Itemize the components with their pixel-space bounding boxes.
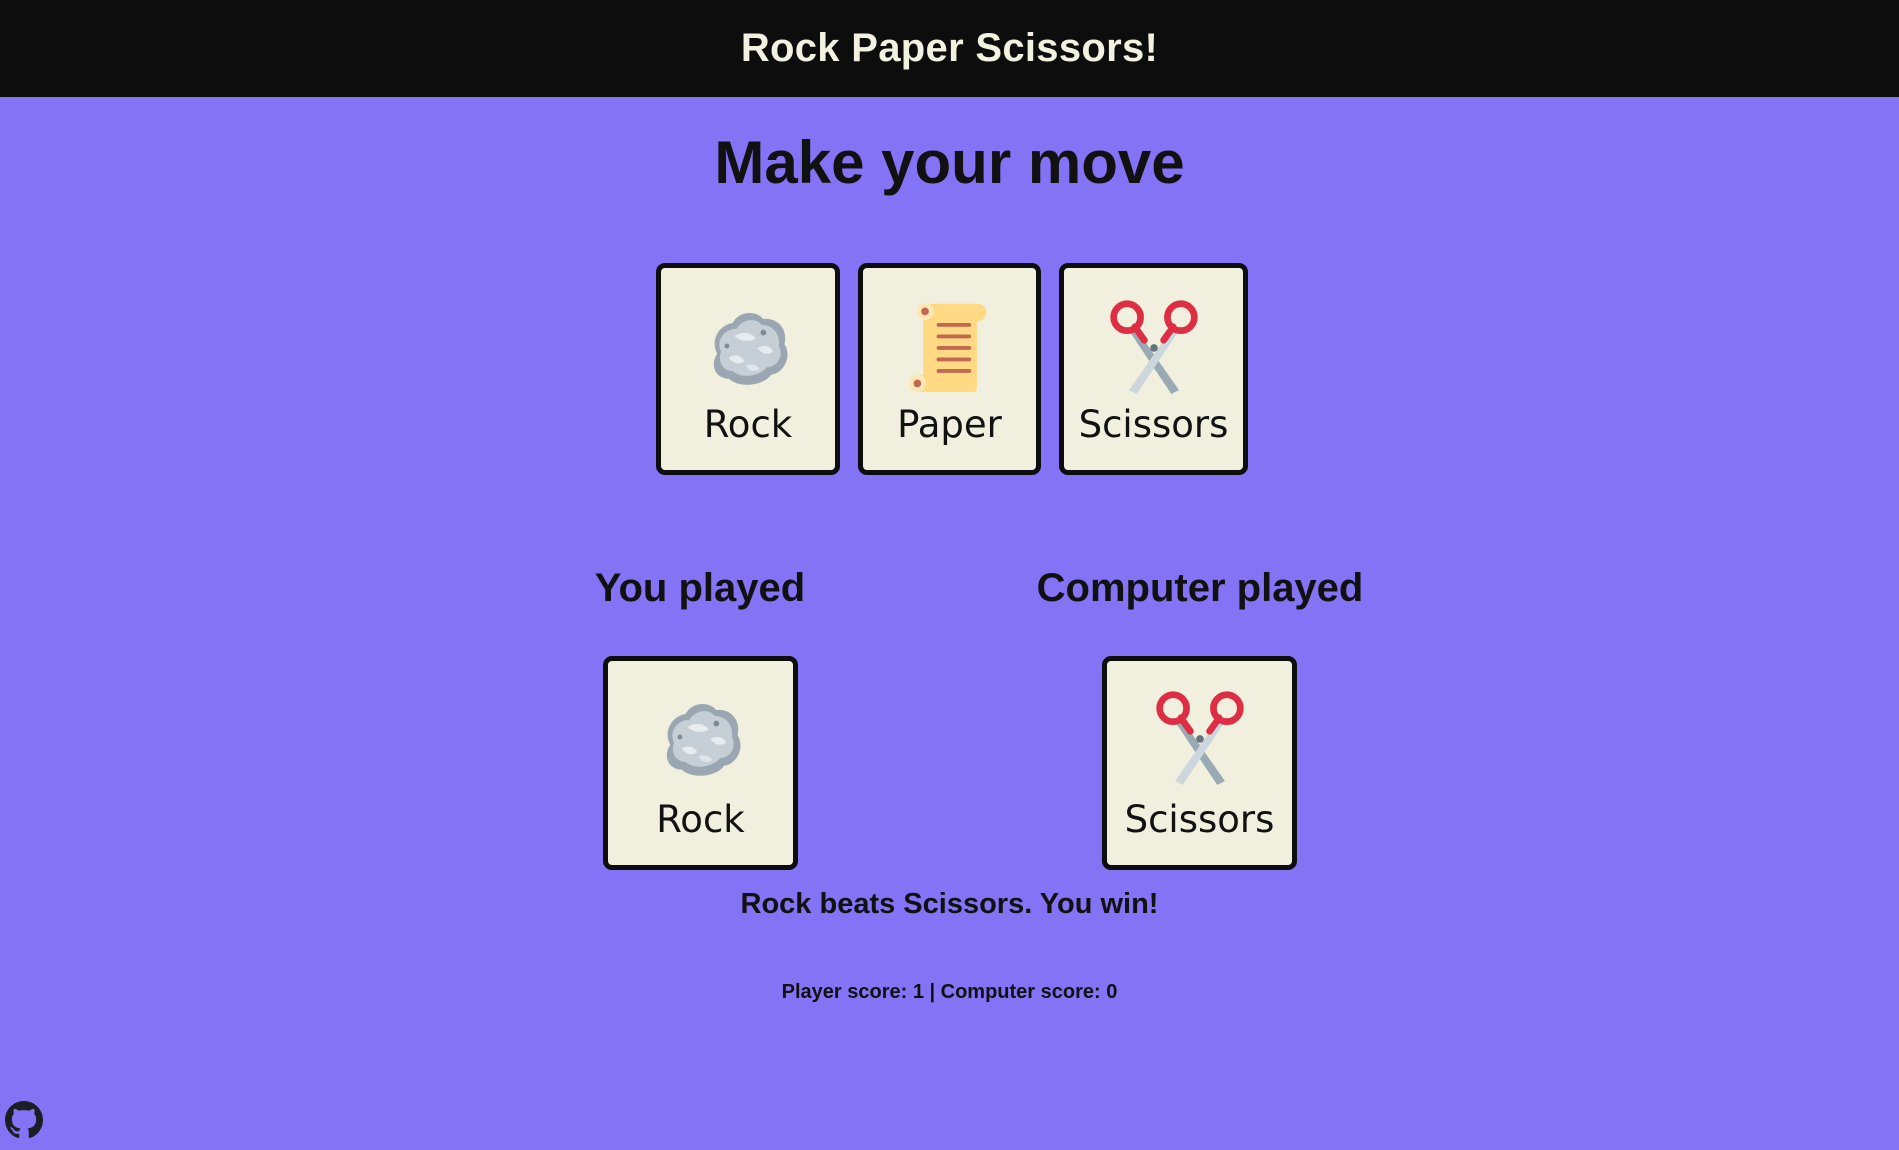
rock-label: Rock bbox=[703, 403, 793, 446]
computer-played-heading: Computer played bbox=[1036, 566, 1364, 610]
rock-button[interactable]: Rock bbox=[656, 263, 840, 475]
paper-label: Paper bbox=[897, 403, 1002, 446]
scissors-icon bbox=[1109, 300, 1198, 394]
scroll-icon bbox=[908, 302, 986, 393]
player-played-heading: You played bbox=[594, 566, 806, 610]
make-move-heading: Make your move bbox=[714, 129, 1185, 196]
scissors-icon bbox=[1155, 691, 1244, 785]
computer-choice-card: Scissors bbox=[1102, 656, 1297, 870]
scissors-button[interactable]: Scissors bbox=[1059, 263, 1248, 475]
player-choice-label: Rock bbox=[656, 798, 745, 841]
computer-choice-label: Scissors bbox=[1124, 798, 1275, 841]
player-choice-card: Rock bbox=[603, 656, 798, 870]
paper-button[interactable]: Paper bbox=[858, 263, 1041, 475]
score-text: Player score: 1 | Computer score: 0 bbox=[781, 981, 1118, 1003]
result-message: Rock beats Scissors. You win! bbox=[740, 888, 1159, 920]
top-bar: Rock Paper Scissors! bbox=[0, 0, 1899, 97]
app-title: Rock Paper Scissors! bbox=[740, 26, 1159, 70]
rock-icon bbox=[666, 703, 741, 776]
rock-icon bbox=[713, 312, 788, 385]
scissors-label: Scissors bbox=[1078, 403, 1229, 446]
github-icon[interactable] bbox=[5, 1101, 43, 1139]
